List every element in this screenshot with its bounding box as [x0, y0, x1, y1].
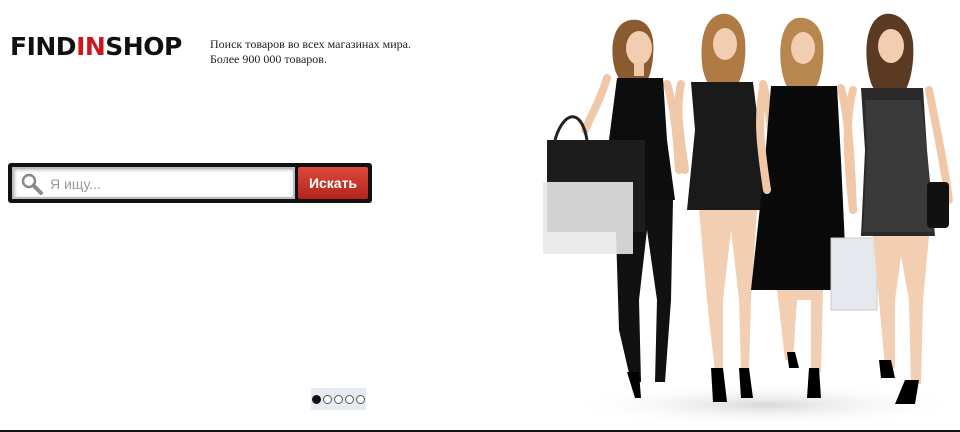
search-bar: Искать — [8, 163, 372, 203]
slider-pagination — [311, 388, 366, 410]
logo-text-find: FIND — [10, 32, 77, 61]
logo-text-shop: SHOP — [105, 32, 182, 61]
search-input[interactable] — [48, 171, 292, 197]
logo-text-in: IN — [76, 32, 106, 61]
search-icon — [21, 173, 43, 195]
tagline-line-2: Более 900 000 товаров. — [210, 52, 327, 66]
slider-dot-2[interactable] — [323, 394, 332, 404]
tagline: Поиск товаров во всех магазинах мира. Бо… — [210, 37, 411, 67]
tagline-line-1: Поиск товаров во всех магазинах мира. — [210, 37, 411, 51]
search-button[interactable]: Искать — [298, 167, 368, 199]
slider-dot-1[interactable] — [312, 394, 321, 404]
slider-dot-3[interactable] — [334, 394, 343, 404]
hero-image-shopping-women — [543, 13, 960, 427]
search-field[interactable] — [12, 167, 295, 199]
logo[interactable]: FINDINSHOP — [10, 32, 182, 61]
slider-dot-5[interactable] — [356, 394, 365, 404]
slider-dot-4[interactable] — [345, 394, 354, 404]
